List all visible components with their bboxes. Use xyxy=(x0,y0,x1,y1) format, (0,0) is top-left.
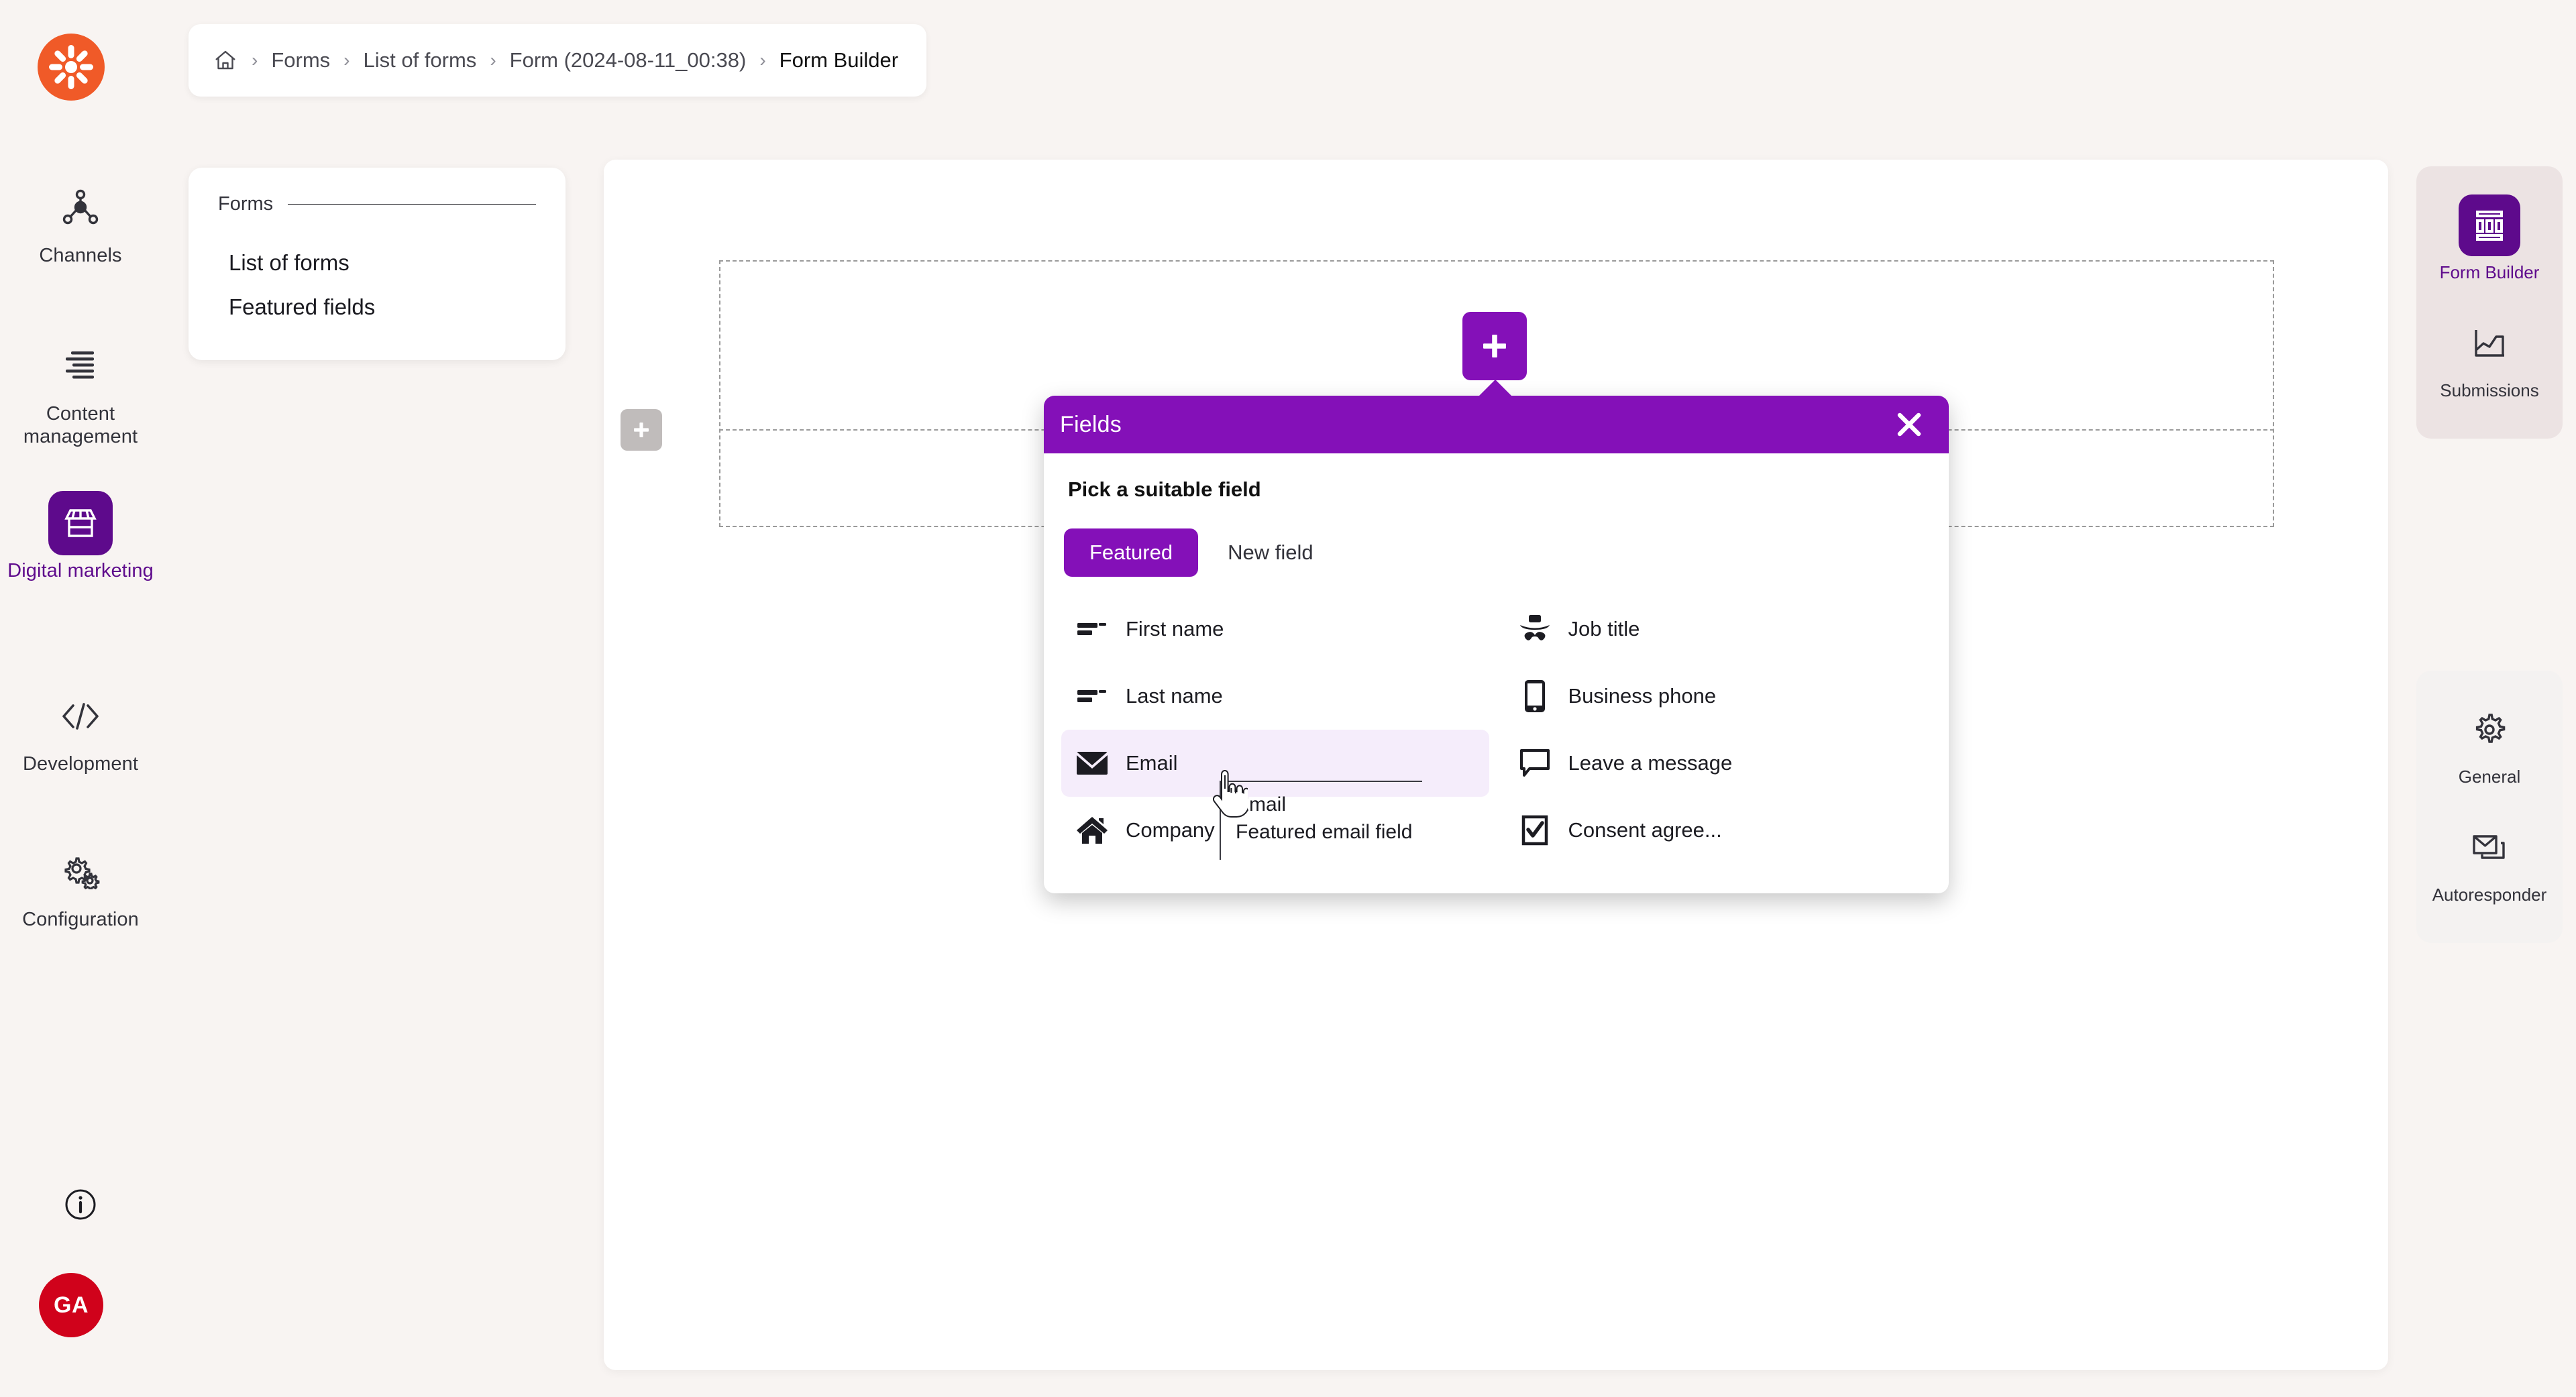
right-rail-item-label: Autoresponder xyxy=(2432,885,2547,905)
gear-icon xyxy=(2459,699,2520,761)
field-option-consent-agreement[interactable]: Consent agree... xyxy=(1504,797,1932,864)
field-option-label: Leave a message xyxy=(1568,751,1733,775)
field-option-company[interactable]: Company xyxy=(1061,797,1489,864)
field-option-leave-a-message[interactable]: Leave a message xyxy=(1504,730,1932,797)
breadcrumb-item-list-of-forms[interactable]: List of forms xyxy=(363,48,476,72)
sidebar-item-channels[interactable]: Channels xyxy=(0,176,161,267)
add-field-button[interactable] xyxy=(1462,312,1527,380)
breadcrumb-separator: › xyxy=(343,50,350,70)
info-circle-icon[interactable] xyxy=(0,1187,161,1225)
right-rail-item-label: Form Builder xyxy=(2439,262,2540,282)
chart-area-icon xyxy=(2459,313,2520,374)
breadcrumb-item-form-builder[interactable]: Form Builder xyxy=(780,48,898,72)
sidebar-item-label: Configuration xyxy=(22,909,139,930)
content-lines-icon xyxy=(48,334,113,398)
envelope-icon xyxy=(1076,747,1108,779)
gears-icon xyxy=(48,840,113,904)
field-option-last-name[interactable]: Last name xyxy=(1061,663,1489,730)
dialog-body: Pick a suitable field Featured New field… xyxy=(1044,453,1949,893)
sidebar-item-label: Development xyxy=(23,753,138,775)
field-option-first-name[interactable]: First name xyxy=(1061,596,1489,663)
kentico-asterisk-logo-icon[interactable] xyxy=(38,34,105,101)
dialog-tabs: Featured New field xyxy=(1061,528,1931,577)
sidebar-item-label: Digital marketing xyxy=(7,560,154,581)
speech-bubble-icon xyxy=(1519,747,1551,779)
field-option-label: Last name xyxy=(1126,684,1223,708)
right-rail-item-general[interactable]: General xyxy=(2416,687,2563,805)
breadcrumb-item-form-name[interactable]: Form (2024-08-11_00:38) xyxy=(510,48,747,72)
field-option-label: Company xyxy=(1126,818,1215,842)
tab-new-field[interactable]: New field xyxy=(1202,528,1339,577)
home-icon[interactable] xyxy=(213,48,238,73)
close-icon[interactable] xyxy=(1894,409,1925,440)
field-option-job-title[interactable]: Job title xyxy=(1504,596,1932,663)
plus-icon xyxy=(634,423,649,437)
text-field-icon xyxy=(1076,613,1108,645)
sidebar-item-digital-marketing[interactable]: Digital marketing xyxy=(0,491,161,582)
forms-panel-header: Forms xyxy=(218,193,536,215)
sidebar-item-configuration[interactable]: Configuration xyxy=(0,840,161,931)
forms-panel: Forms List of forms Featured fields xyxy=(189,168,566,360)
right-rail-item-autoresponder[interactable]: Autoresponder xyxy=(2416,805,2563,923)
right-rail-primary-group: Form Builder Submissions xyxy=(2416,166,2563,439)
code-brackets-icon xyxy=(48,684,113,748)
breadcrumb-separator: › xyxy=(490,50,496,70)
field-option-label: Email xyxy=(1126,751,1178,775)
dialog-title: Fields xyxy=(1060,411,1122,437)
checkbox-checked-icon xyxy=(1519,814,1551,846)
tab-featured[interactable]: Featured xyxy=(1064,528,1199,577)
right-rail-item-form-builder[interactable]: Form Builder xyxy=(2416,182,2563,300)
breadcrumb: › Forms › List of forms › Form (2024-08-… xyxy=(189,24,927,97)
fields-dialog: Fields Pick a suitable field Featured Ne… xyxy=(1044,396,1949,893)
forms-link-featured-fields[interactable]: Featured fields xyxy=(218,285,536,329)
right-rail-item-submissions[interactable]: Submissions xyxy=(2416,300,2563,418)
field-option-business-phone[interactable]: Business phone xyxy=(1504,663,1932,730)
breadcrumb-separator: › xyxy=(252,50,258,70)
house-icon xyxy=(1076,814,1108,846)
avatar[interactable]: GA xyxy=(39,1273,103,1337)
text-field-icon xyxy=(1076,680,1108,712)
right-rail-item-label: General xyxy=(2458,767,2521,787)
left-navigation-rail: Channels Content management Digital mark… xyxy=(0,0,161,1397)
forms-link-list-of-forms[interactable]: List of forms xyxy=(218,241,536,285)
sidebar-item-content-management[interactable]: Content management xyxy=(0,334,161,448)
mobile-phone-icon xyxy=(1519,680,1551,712)
forms-panel-title: Forms xyxy=(218,193,274,215)
dialog-pointer-arrow xyxy=(1479,380,1511,396)
add-section-button[interactable] xyxy=(621,409,662,451)
divider xyxy=(288,204,536,205)
dialog-header: Fields xyxy=(1044,396,1949,453)
field-option-label: Consent agree... xyxy=(1568,818,1722,842)
sidebar-item-label: Content management xyxy=(23,403,138,447)
form-layout-icon xyxy=(2459,194,2520,256)
hat-moustache-icon xyxy=(1519,613,1551,645)
fields-grid: First name Job title Last name Business … xyxy=(1061,596,1931,864)
field-option-email[interactable]: Email xyxy=(1061,730,1489,797)
field-option-label: First name xyxy=(1126,617,1224,640)
dialog-subtitle: Pick a suitable field xyxy=(1068,478,1261,501)
field-option-label: Job title xyxy=(1568,617,1640,640)
breadcrumb-item-forms[interactable]: Forms xyxy=(271,48,330,72)
mail-reply-icon xyxy=(2459,817,2520,879)
right-rail-item-label: Submissions xyxy=(2440,380,2539,400)
storefront-icon xyxy=(48,491,113,555)
network-nodes-icon xyxy=(48,176,113,240)
sidebar-item-label: Channels xyxy=(39,245,122,266)
field-option-label: Business phone xyxy=(1568,684,1717,708)
plus-icon xyxy=(1483,335,1506,357)
right-rail-secondary-group: General Autoresponder xyxy=(2416,671,2563,943)
breadcrumb-separator: › xyxy=(759,50,766,70)
sidebar-item-development[interactable]: Development xyxy=(0,684,161,775)
